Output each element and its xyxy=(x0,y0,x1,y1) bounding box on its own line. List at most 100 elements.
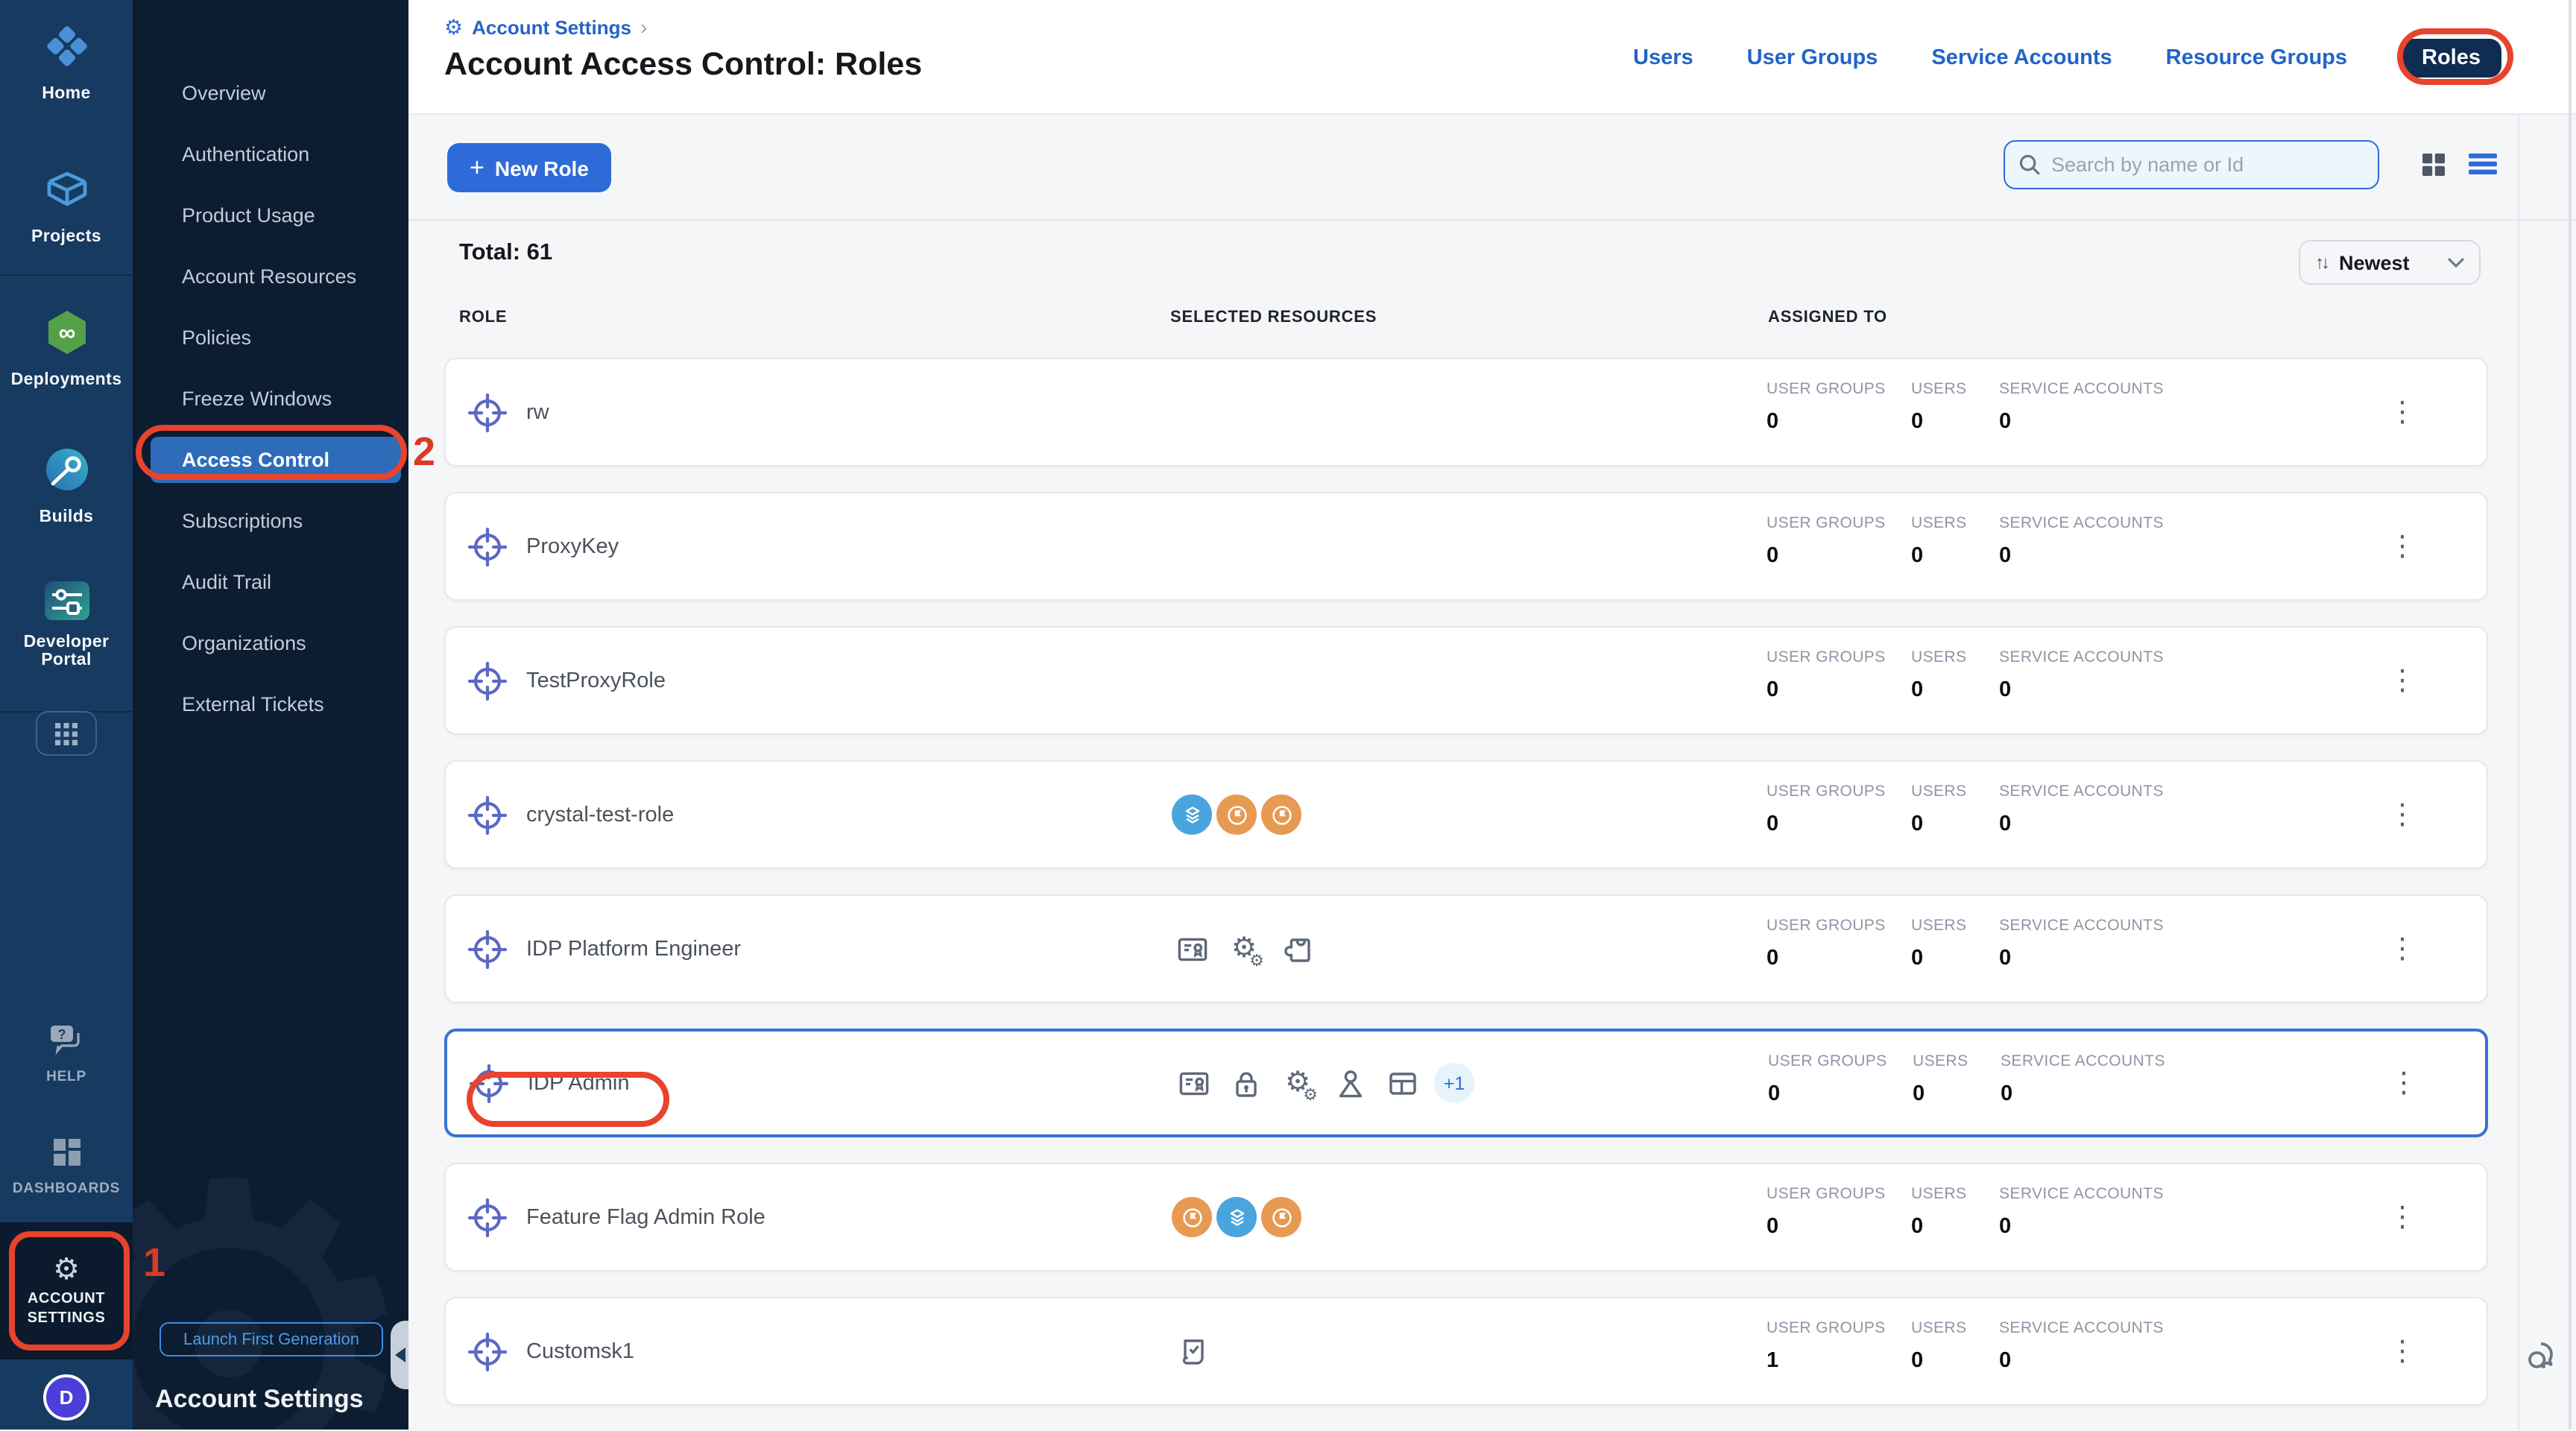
sidebar-bottom: ⚙ Launch First Generation Account Settin… xyxy=(133,923,408,1430)
role-name: IDP Platform Engineer xyxy=(526,937,741,961)
role-name: Customsk1 xyxy=(526,1339,634,1363)
sidebar-collapse-button[interactable] xyxy=(391,1321,408,1389)
roles-list-area: Total: 61 ↑↓ Newest ROLE SELECTED RESOUR… xyxy=(408,221,2576,1430)
role-row[interactable]: Customsk1USER GROUPS1USERS0SERVICE ACCOU… xyxy=(444,1297,2488,1406)
role-target-icon xyxy=(467,660,508,701)
users-label: USERS xyxy=(1911,380,1966,398)
role-row[interactable]: crystal-test-roleUSER GROUPS0USERS0SERVI… xyxy=(444,760,2488,869)
support-chat-icon[interactable] xyxy=(2525,1336,2566,1383)
row-menu-button[interactable]: ⋮ xyxy=(2379,792,2425,838)
projects-icon xyxy=(41,164,92,215)
service-accounts-label: SERVICE ACCOUNTS xyxy=(1999,1319,2164,1337)
rail-item-developer-portal[interactable]: Developer Portal xyxy=(0,578,133,669)
row-menu-button[interactable]: ⋮ xyxy=(2379,926,2425,972)
role-row[interactable]: ProxyKeyUSER GROUPS0USERS0SERVICE ACCOUN… xyxy=(444,492,2488,601)
service-accounts-count: 0 xyxy=(1999,947,2164,970)
tab-user-groups[interactable]: User Groups xyxy=(1747,45,1878,69)
role-target-icon xyxy=(467,794,508,835)
role-name: crystal-test-role xyxy=(526,803,674,827)
rail-label: Portal xyxy=(0,651,133,669)
user-avatar[interactable]: D xyxy=(43,1374,89,1421)
selected-resources xyxy=(1172,1164,1306,1270)
column-selected-resources: SELECTED RESOURCES xyxy=(1170,309,1377,326)
service-accounts-count: 0 xyxy=(1999,410,2164,434)
user-groups-count: 0 xyxy=(1767,947,1886,970)
rail-item-help[interactable]: ? HELP xyxy=(0,1023,133,1085)
sidebar-item-label: Account Resources xyxy=(182,265,356,288)
rail-item-projects[interactable]: Projects xyxy=(0,164,133,246)
role-row[interactable]: Feature Flag Admin RoleUSER GROUPS0USERS… xyxy=(444,1163,2488,1272)
roles-list: rwUSER GROUPS0USERS0SERVICE ACCOUNTS0⋮Pr… xyxy=(444,358,2576,1431)
service-accounts-label: SERVICE ACCOUNTS xyxy=(1999,648,2164,666)
search-input[interactable] xyxy=(2051,154,2378,176)
role-target-icon xyxy=(467,525,508,567)
role-cell: IDP Admin xyxy=(468,1032,630,1134)
sort-value: Newest xyxy=(2339,251,2436,274)
rail-item-home[interactable]: Home xyxy=(0,21,133,103)
user-groups-count: 0 xyxy=(1767,1215,1886,1239)
row-menu-button[interactable]: ⋮ xyxy=(2379,657,2425,704)
row-menu-button[interactable]: ⋮ xyxy=(2379,1328,2425,1374)
role-target-icon xyxy=(467,391,508,433)
rail-label: Developer xyxy=(0,634,133,651)
sidebar-item-external-tickets[interactable]: External Tickets xyxy=(133,674,408,735)
row-menu-button[interactable]: ⋮ xyxy=(2379,1194,2425,1240)
column-assigned-to: ASSIGNED TO xyxy=(1768,309,1887,326)
user-groups-label: USER GROUPS xyxy=(1767,648,1886,666)
search-icon xyxy=(2018,154,2041,176)
rail-label: DASHBOARDS xyxy=(0,1181,133,1197)
gears-icon: ⚙⚙ xyxy=(1278,1063,1318,1103)
rail-item-dashboards[interactable]: DASHBOARDS xyxy=(0,1137,133,1197)
tab-resource-groups[interactable]: Resource Groups xyxy=(2166,45,2347,69)
row-menu-button[interactable]: ⋮ xyxy=(2379,523,2425,569)
user-groups-count: 0 xyxy=(1767,410,1886,434)
tab-service-accounts[interactable]: Service Accounts xyxy=(1931,45,2112,69)
service-accounts-count: 0 xyxy=(2001,1082,2165,1106)
rail-item-deployments[interactable]: ∞ Deployments xyxy=(0,307,133,389)
list-view-button[interactable] xyxy=(2469,154,2497,182)
tab-users[interactable]: Users xyxy=(1633,45,1693,69)
role-name: ProxyKey xyxy=(526,534,619,558)
account-settings-gear-icon: ⚙ xyxy=(53,1254,80,1284)
role-row[interactable]: IDP Platform Engineer⚙⚙USER GROUPS0USERS… xyxy=(444,894,2488,1003)
users-label: USERS xyxy=(1911,648,1966,666)
breadcrumb-link-account-settings[interactable]: Account Settings xyxy=(472,16,631,38)
new-role-button[interactable]: + New Role xyxy=(447,143,611,192)
plugin-icon xyxy=(1276,929,1316,969)
rail-item-builds[interactable]: Builds xyxy=(0,444,133,526)
scrollbar[interactable] xyxy=(2569,0,2572,1430)
sidebar-item-audit-trail[interactable]: Audit Trail xyxy=(133,552,408,613)
sidebar-item-account-resources[interactable]: Account Resources xyxy=(133,246,408,307)
sidebar-item-label: Access Control xyxy=(182,449,329,471)
certificate-icon xyxy=(1172,929,1212,969)
sidebar-item-authentication[interactable]: Authentication xyxy=(133,124,408,185)
grid-view-button[interactable] xyxy=(2421,152,2446,185)
sidebar-item-freeze-windows[interactable]: Freeze Windows xyxy=(133,368,408,429)
sort-dropdown[interactable]: ↑↓ Newest xyxy=(2299,240,2481,285)
role-row[interactable]: rwUSER GROUPS0USERS0SERVICE ACCOUNTS0⋮ xyxy=(444,358,2488,467)
users-count: 0 xyxy=(1911,410,1966,434)
rail-label: ACCOUNT xyxy=(28,1289,105,1308)
sidebar-item-access-control[interactable]: Access Control xyxy=(133,429,408,490)
users-label: USERS xyxy=(1911,1319,1966,1337)
sidebar-item-label: Audit Trail xyxy=(182,571,271,593)
sidebar-item-overview[interactable]: Overview xyxy=(133,63,408,124)
sidebar-item-subscriptions[interactable]: Subscriptions xyxy=(133,490,408,552)
service-accounts-label: SERVICE ACCOUNTS xyxy=(2001,1052,2165,1070)
role-row[interactable]: IDP Admin⚙⚙+1USER GROUPS0USERS0SERVICE A… xyxy=(444,1029,2488,1137)
role-row[interactable]: TestProxyRoleUSER GROUPS0USERS0SERVICE A… xyxy=(444,626,2488,735)
tab-roles-active[interactable]: Roles xyxy=(2401,38,2501,77)
sidebar-item-product-usage[interactable]: Product Usage xyxy=(133,185,408,246)
row-menu-button[interactable]: ⋮ xyxy=(2379,389,2425,435)
breadcrumb: ⚙ Account Settings › xyxy=(444,15,647,39)
svg-text:∞: ∞ xyxy=(58,319,75,346)
sidebar-item-organizations[interactable]: Organizations xyxy=(133,613,408,674)
role-target-icon xyxy=(467,1330,508,1372)
modules-menu-button[interactable] xyxy=(36,711,97,756)
users-label: USERS xyxy=(1911,783,1966,800)
selected-resources: ⚙⚙ xyxy=(1172,896,1328,1002)
row-menu-button[interactable]: ⋮ xyxy=(2381,1060,2427,1106)
sidebar-item-policies[interactable]: Policies xyxy=(133,307,408,368)
launch-first-generation-button[interactable]: Launch First Generation xyxy=(160,1322,383,1356)
rail-item-account-settings[interactable]: ⚙ ACCOUNT SETTINGS xyxy=(0,1222,133,1359)
